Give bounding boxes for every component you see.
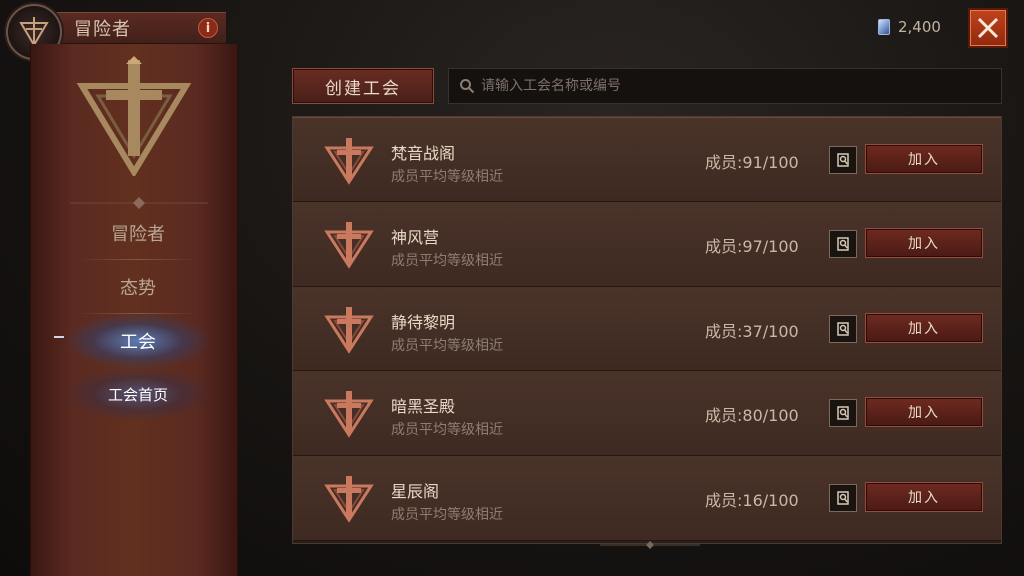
view-guild-icon[interactable] — [829, 484, 857, 513]
guild-note: 成员平均等级相近 — [391, 422, 503, 439]
sidebar-item-label: 冒险者 — [111, 224, 165, 245]
sidebar-subitem-guild-home[interactable]: 工会首页 — [68, 368, 208, 420]
guild-search-box — [448, 68, 1002, 104]
guild-crest-icon — [323, 472, 375, 524]
guild-row[interactable]: 星辰阁成员平均等级相近 成员:16/100 加入 — [293, 456, 1001, 541]
currency-amount: 2,400 — [898, 18, 941, 36]
guild-name: 星辰阁 — [391, 482, 440, 502]
guild-row[interactable]: 静待黎明成员平均等级相近 成员:37/100 加入 — [293, 286, 1001, 372]
guild-crest-icon — [76, 56, 192, 176]
guild-note: 成员平均等级相近 — [391, 507, 503, 524]
active-nav-marker — [54, 336, 64, 338]
guild-crest-icon — [323, 218, 375, 270]
view-guild-icon[interactable] — [829, 229, 857, 258]
join-guild-button[interactable]: 加入 — [865, 397, 983, 428]
guild-crest-icon — [323, 134, 375, 186]
join-guild-button[interactable]: 加入 — [865, 482, 983, 513]
view-guild-icon[interactable] — [829, 314, 857, 343]
guild-note: 成员平均等级相近 — [391, 169, 503, 185]
guild-crest-icon — [323, 387, 375, 439]
guild-name: 暗黑圣殿 — [391, 397, 456, 417]
page-title: 冒险者 — [74, 19, 131, 40]
view-guild-icon[interactable] — [829, 399, 857, 428]
guild-crest-icon — [323, 303, 375, 355]
guild-member-count: 成员:16/100 — [705, 491, 799, 511]
crystal-gem-icon — [878, 19, 890, 35]
guild-row[interactable]: 梵音战阁成员平均等级相近 成员:91/100 加入 — [293, 117, 1001, 202]
info-icon[interactable]: i — [198, 18, 218, 38]
guild-member-count: 成员:80/100 — [705, 406, 799, 426]
guild-note: 成员平均等级相近 — [391, 337, 503, 354]
guild-search-input[interactable] — [481, 78, 1001, 94]
sidebar-item-situation[interactable]: 态势 — [68, 260, 208, 314]
guild-name: 神风营 — [391, 227, 440, 247]
join-guild-button[interactable]: 加入 — [865, 312, 983, 343]
guild-row[interactable]: 暗黑圣殿成员平均等级相近 成员:80/100 加入 — [293, 371, 1001, 457]
guild-name: 静待黎明 — [391, 312, 456, 332]
sidebar-item-guild[interactable]: 工会 — [68, 314, 208, 368]
sidebar-item-adventurer[interactable]: 冒险者 — [68, 206, 208, 260]
currency-display: 2,400 — [878, 16, 941, 38]
guild-member-count: 成员:37/100 — [705, 321, 799, 341]
sidebar-item-label: 态势 — [120, 278, 156, 299]
close-button[interactable] — [968, 8, 1008, 48]
list-bottom-ornament — [600, 541, 700, 549]
guild-row[interactable]: 神风营成员平均等级相近 成员:97/100 加入 — [293, 201, 1001, 287]
sidebar-nav: 冒险者 态势 工会 工会首页 — [68, 206, 208, 420]
guild-list: 梵音战阁 成员平均等级相近 成员:91/100 加入 神风营 成员平均等级相近 成员:97/… — [292, 116, 1002, 544]
guild-member-count: 成员:91/100 — [705, 153, 799, 172]
guild-note: 成员平均等级相近 — [391, 252, 503, 269]
create-guild-button[interactable]: 创建工会 — [292, 68, 434, 104]
sidebar-item-label: 工会 — [120, 332, 156, 353]
close-icon — [977, 17, 999, 39]
join-guild-button[interactable]: 加入 — [865, 227, 983, 258]
guild-member-count: 成员:97/100 — [705, 236, 799, 256]
search-icon — [460, 79, 475, 94]
sidebar-subitem-label: 工会首页 — [107, 385, 168, 404]
guild-name: 梵音战阁 — [391, 144, 456, 163]
join-guild-button[interactable]: 加入 — [865, 144, 983, 174]
view-guild-icon[interactable] — [829, 146, 857, 174]
